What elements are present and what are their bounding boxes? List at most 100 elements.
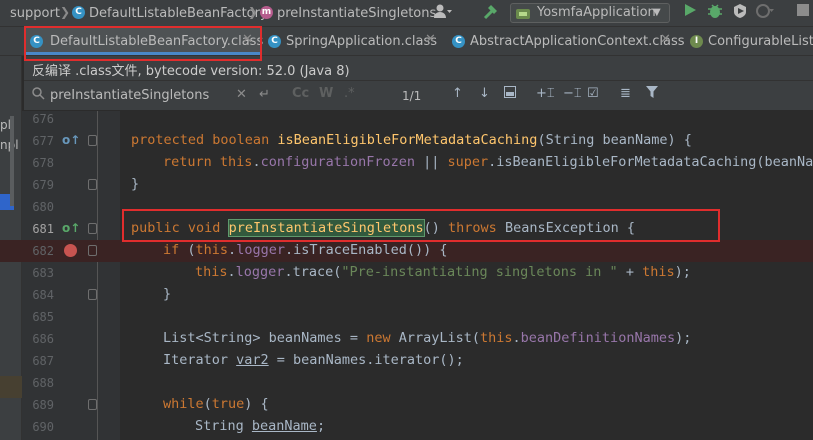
add-selection-icon[interactable]: +⌶ (536, 86, 555, 101)
class-file-icon: C (30, 35, 43, 48)
fold-marker-icon[interactable] (88, 223, 97, 234)
close-icon[interactable]: ✕ (425, 32, 436, 47)
clear-icon[interactable]: ✕ (236, 87, 247, 102)
filter-icon[interactable] (646, 86, 658, 102)
remove-selection-icon[interactable]: −⌶ (563, 86, 582, 101)
breakpoint-icon[interactable] (64, 244, 77, 257)
tab-configurable-listable[interactable]: I ConfigurableListab (684, 27, 813, 55)
run-configuration-selector[interactable]: YosmfaApplication ▼ (510, 3, 670, 23)
overrides-method-icon[interactable]: o↑ (62, 133, 80, 147)
fold-marker-icon[interactable] (88, 399, 97, 410)
line-number: 681 (32, 222, 54, 236)
previous-occurrence-icon[interactable]: ↑ (452, 86, 463, 101)
code-line: 678 return this.configurationFrozen || s… (0, 152, 813, 174)
code-text: } (131, 176, 140, 192)
fold-marker-icon[interactable] (88, 179, 97, 190)
breadcrumb-item-method[interactable]: preInstantiateSingletons (277, 6, 436, 21)
code-text: Iterator var2 = beanNames.iterator(); (163, 352, 464, 368)
code-line: 684 } (0, 284, 813, 306)
code-line: 688 (0, 372, 813, 394)
application-icon (516, 6, 532, 25)
code-line: 686 List<String> beanNames = new ArrayLi… (0, 328, 813, 350)
find-bar: preInstantiateSingletons ✕ ↵ Cc W .* 1/1… (24, 81, 813, 111)
code-line: 681 o↑ public void preInstantiateSinglet… (0, 218, 813, 240)
code-text: List<String> beanNames = new ArrayList(t… (163, 330, 692, 346)
build-hammer-icon[interactable] (481, 3, 501, 23)
line-number: 683 (32, 266, 54, 280)
code-text: public void preInstantiateSingletons() t… (131, 219, 635, 237)
code-line: 677 o↑ protected boolean isBeanEligibleF… (0, 130, 813, 152)
next-occurrence-icon[interactable]: ↓ (479, 86, 490, 101)
select-all-occurrences-icon[interactable]: ☑ (587, 86, 599, 101)
fold-marker-icon[interactable] (88, 289, 97, 300)
breakpoint-line: 682 if (this.logger.isTraceEnabled()) { (0, 240, 813, 262)
class-file-icon: C (452, 35, 465, 48)
regex-toggle[interactable]: .* (344, 86, 355, 101)
search-query: preInstantiateSingletons (50, 88, 210, 103)
tab-abstract-application-context[interactable]: C AbstractApplicationContext.class ✕ (446, 27, 685, 55)
line-number: 688 (32, 376, 54, 390)
implements-method-icon[interactable]: o↑ (62, 221, 80, 235)
code-text: return this.configurationFrozen || super… (163, 154, 813, 170)
navigation-bar: support ❯ C DefaultListableBeanFactory ❯… (0, 0, 813, 27)
fold-marker-icon[interactable] (88, 135, 97, 146)
debug-icon[interactable] (705, 3, 725, 23)
code-line: 690 String beanName; (0, 416, 813, 438)
code-text: this.logger.trace("Pre-instantiating sin… (195, 264, 691, 280)
class-file-icon: C (268, 35, 281, 48)
new-line-icon[interactable]: ↵ (259, 87, 270, 102)
class-icon: C (72, 6, 85, 19)
search-match-highlight: preInstantiateSingletons (227, 219, 425, 237)
user-icon[interactable] (433, 3, 453, 23)
match-count: 1/1 (402, 89, 422, 103)
code-line: 689 while(true) { (0, 394, 813, 416)
coverage-icon[interactable] (730, 3, 750, 23)
run-icon[interactable] (680, 3, 700, 23)
tab-spring-application[interactable]: C SpringApplication.class ✕ (262, 27, 440, 55)
tab-default-listable-bean-factory[interactable]: C DefaultListableBeanFactory.class ✕ (24, 27, 264, 55)
close-icon[interactable]: ✕ (660, 32, 671, 47)
breadcrumb-item-class[interactable]: DefaultListableBeanFactory (89, 6, 268, 21)
filter-options-icon[interactable]: ≣ (620, 86, 631, 101)
profile-icon[interactable] (755, 3, 775, 23)
close-icon[interactable]: ✕ (242, 32, 253, 47)
find-in-window-icon[interactable] (504, 86, 516, 102)
line-number: 680 (32, 200, 54, 214)
line-number: 687 (32, 354, 54, 368)
line-number: 690 (32, 420, 54, 434)
line-number: 686 (32, 332, 54, 346)
code-text: } (163, 286, 172, 302)
match-case-toggle[interactable]: Cc (292, 86, 309, 101)
line-number: 682 (32, 244, 54, 258)
line-number: 685 (32, 310, 54, 324)
tab-label: ConfigurableListab (708, 34, 813, 49)
line-number: 689 (32, 398, 54, 412)
stop-icon[interactable] (793, 3, 813, 23)
code-text: while(true) { (163, 396, 269, 412)
method-icon: m (260, 6, 273, 19)
line-number: 676 (32, 112, 54, 126)
banner-text: 反编译 .class文件, bytecode version: 52.0 (Ja… (32, 64, 350, 79)
code-line: 676 (0, 108, 813, 130)
line-number: 677 (32, 134, 54, 148)
search-input[interactable]: preInstantiateSingletons ✕ ↵ (24, 81, 364, 110)
tab-label: DefaultListableBeanFactory.class (50, 34, 264, 49)
fold-marker-icon[interactable] (88, 245, 97, 256)
code-text: protected boolean isBeanEligibleForMetad… (131, 132, 692, 148)
whole-words-toggle[interactable]: W (319, 86, 333, 101)
chevron-right-icon: ❯ (60, 5, 71, 19)
breadcrumb-item-support[interactable]: support (10, 6, 60, 21)
line-number: 684 (32, 288, 54, 302)
code-line: 683 this.logger.trace("Pre-instantiating… (0, 262, 813, 284)
code-text: String beanName; (195, 418, 326, 434)
chevron-down-icon: ▼ (653, 7, 661, 18)
code-line: 687 Iterator var2 = beanNames.iterator()… (0, 350, 813, 372)
run-configuration-label: YosmfaApplication (537, 5, 656, 20)
code-line: 685 (0, 306, 813, 328)
search-icon (32, 87, 45, 104)
decompiled-notice-banner: 反编译 .class文件, bytecode version: 52.0 (Ja… (24, 56, 813, 81)
code-line: 680 (0, 196, 813, 218)
interface-file-icon: I (690, 35, 703, 48)
tab-label: AbstractApplicationContext.class (470, 34, 685, 49)
chevron-right-icon: ❯ (248, 5, 259, 19)
